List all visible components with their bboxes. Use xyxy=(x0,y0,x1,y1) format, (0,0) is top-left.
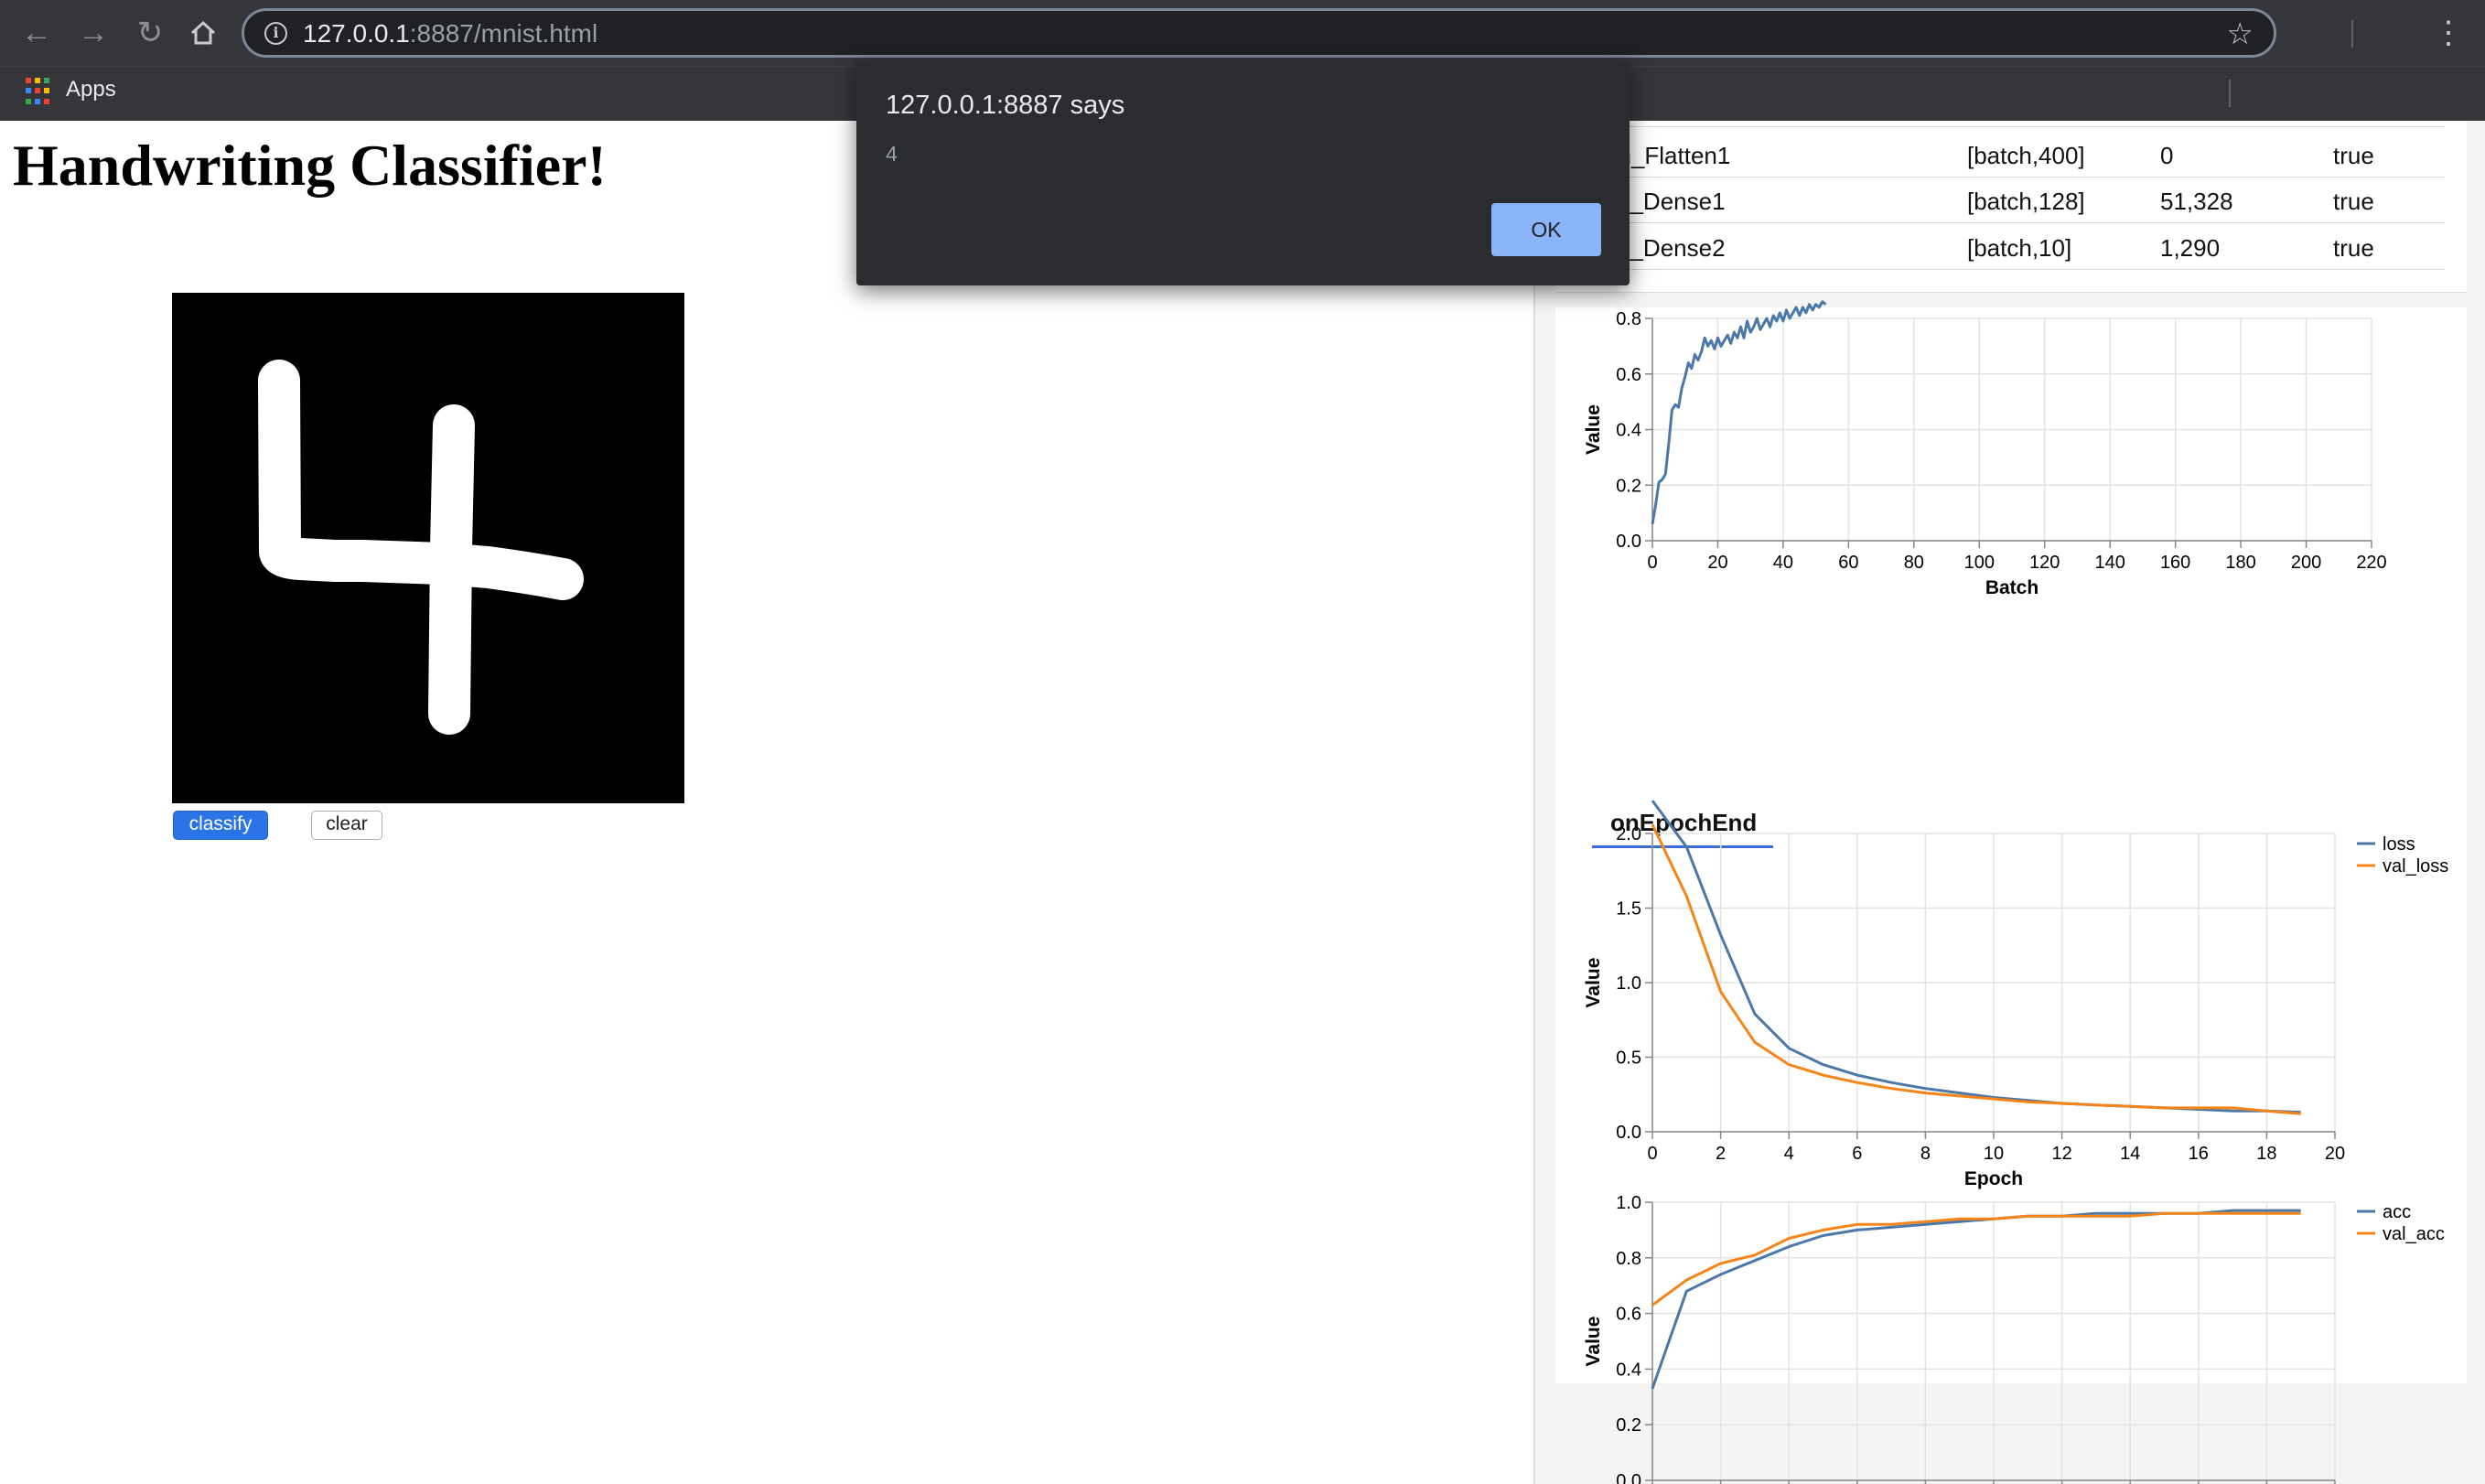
output-shape-cell: [batch,128] xyxy=(1967,188,2085,215)
y-tick-label: 0.4 xyxy=(1616,1360,1641,1380)
apps-icon-dot xyxy=(26,98,31,104)
browser-toolbar: ← → ↻ i 127.0.0.1:8887/mnist.html ☆ ⋮ xyxy=(0,0,2485,66)
apps-grid-icon[interactable] xyxy=(26,78,53,105)
y-tick-label: 1.0 xyxy=(1616,1193,1641,1213)
classify-button[interactable]: classify xyxy=(173,811,268,840)
trainable-cell: true xyxy=(2333,142,2374,169)
legend-label: acc xyxy=(2383,1202,2411,1222)
trainable-cell: true xyxy=(2333,188,2374,215)
y-tick-label: 0.0 xyxy=(1616,1471,1641,1484)
apps-icon-dot xyxy=(35,78,40,83)
y-tick-label: 0.2 xyxy=(1616,1415,1641,1436)
handwritten-digit-stroke xyxy=(258,360,584,735)
table-row-divider xyxy=(1576,222,2445,223)
apps-bookmark[interactable]: Apps xyxy=(66,76,116,103)
back-icon[interactable]: ← xyxy=(16,13,57,53)
y-tick-label: 0.8 xyxy=(1616,1249,1641,1269)
y-tick-label: 0.6 xyxy=(1616,1305,1641,1325)
epoch-accuracy-chart: 024681012141618200.00.20.40.60.81.0Epoch… xyxy=(1583,1193,2445,1484)
apps-icon-dot xyxy=(44,98,49,104)
apps-icon-dot xyxy=(26,88,31,94)
y-axis-title: Value xyxy=(1583,1317,1604,1367)
series-line-acc xyxy=(1651,1209,2301,1390)
table-row-divider xyxy=(1576,126,2445,127)
output-shape-cell: [batch,400] xyxy=(1967,142,2085,169)
bookmark-star-icon[interactable]: ☆ xyxy=(2226,18,2254,49)
page-title: Handwriting Classifier! xyxy=(13,133,607,198)
alert-dialog: 127.0.0.1:8887 says 4 OK xyxy=(856,60,1630,285)
table-row-divider xyxy=(1576,269,2445,270)
toolbar-divider xyxy=(2351,20,2353,48)
reload-icon[interactable]: ↻ xyxy=(130,13,170,53)
address-url[interactable]: 127.0.0.1:8887/mnist.html xyxy=(303,19,597,48)
charts-card: 0 20 40 60 80 100 120 140 160 180 200 220 0.0 0.2 0.4 0… xyxy=(1555,300,2467,1484)
apps-icon-dot xyxy=(35,98,40,104)
visor-panel: en_Flatten1 [batch,400] 0 true se_Dense1 [bat… xyxy=(1533,121,2485,1484)
trainable-cell: true xyxy=(2333,234,2374,262)
legend-label: val_acc xyxy=(2383,1224,2445,1244)
param-count-cell: 0 xyxy=(2160,142,2174,169)
forward-icon[interactable]: → xyxy=(73,13,113,53)
output-shape-cell: [batch,10] xyxy=(1967,234,2072,262)
address-bar[interactable]: i 127.0.0.1:8887/mnist.html ☆ xyxy=(242,8,2276,58)
bookmarks-divider xyxy=(2229,80,2231,107)
param-count-cell: 1,290 xyxy=(2160,234,2221,262)
apps-icon-dot xyxy=(44,78,49,83)
apps-icon-dot xyxy=(26,78,31,83)
param-count-cell: 51,328 xyxy=(2160,188,2233,215)
site-info-icon[interactable]: i xyxy=(264,22,287,45)
model-summary-table: en_Flatten1 [batch,400] 0 true se_Dense1 [bat… xyxy=(1555,121,2467,293)
apps-icon-dot xyxy=(44,88,49,94)
series-line-val_acc xyxy=(1651,1211,2301,1307)
alert-message: 4 xyxy=(886,142,898,166)
apps-icon-dot xyxy=(35,88,40,94)
browser-menu-icon[interactable]: ⋮ xyxy=(2430,13,2467,53)
alert-ok-button[interactable]: OK xyxy=(1491,203,1601,256)
alert-title: 127.0.0.1:8887 says xyxy=(886,91,1125,120)
drawing-canvas[interactable] xyxy=(172,293,684,803)
home-icon[interactable] xyxy=(183,13,223,53)
clear-button[interactable]: clear xyxy=(311,811,382,840)
